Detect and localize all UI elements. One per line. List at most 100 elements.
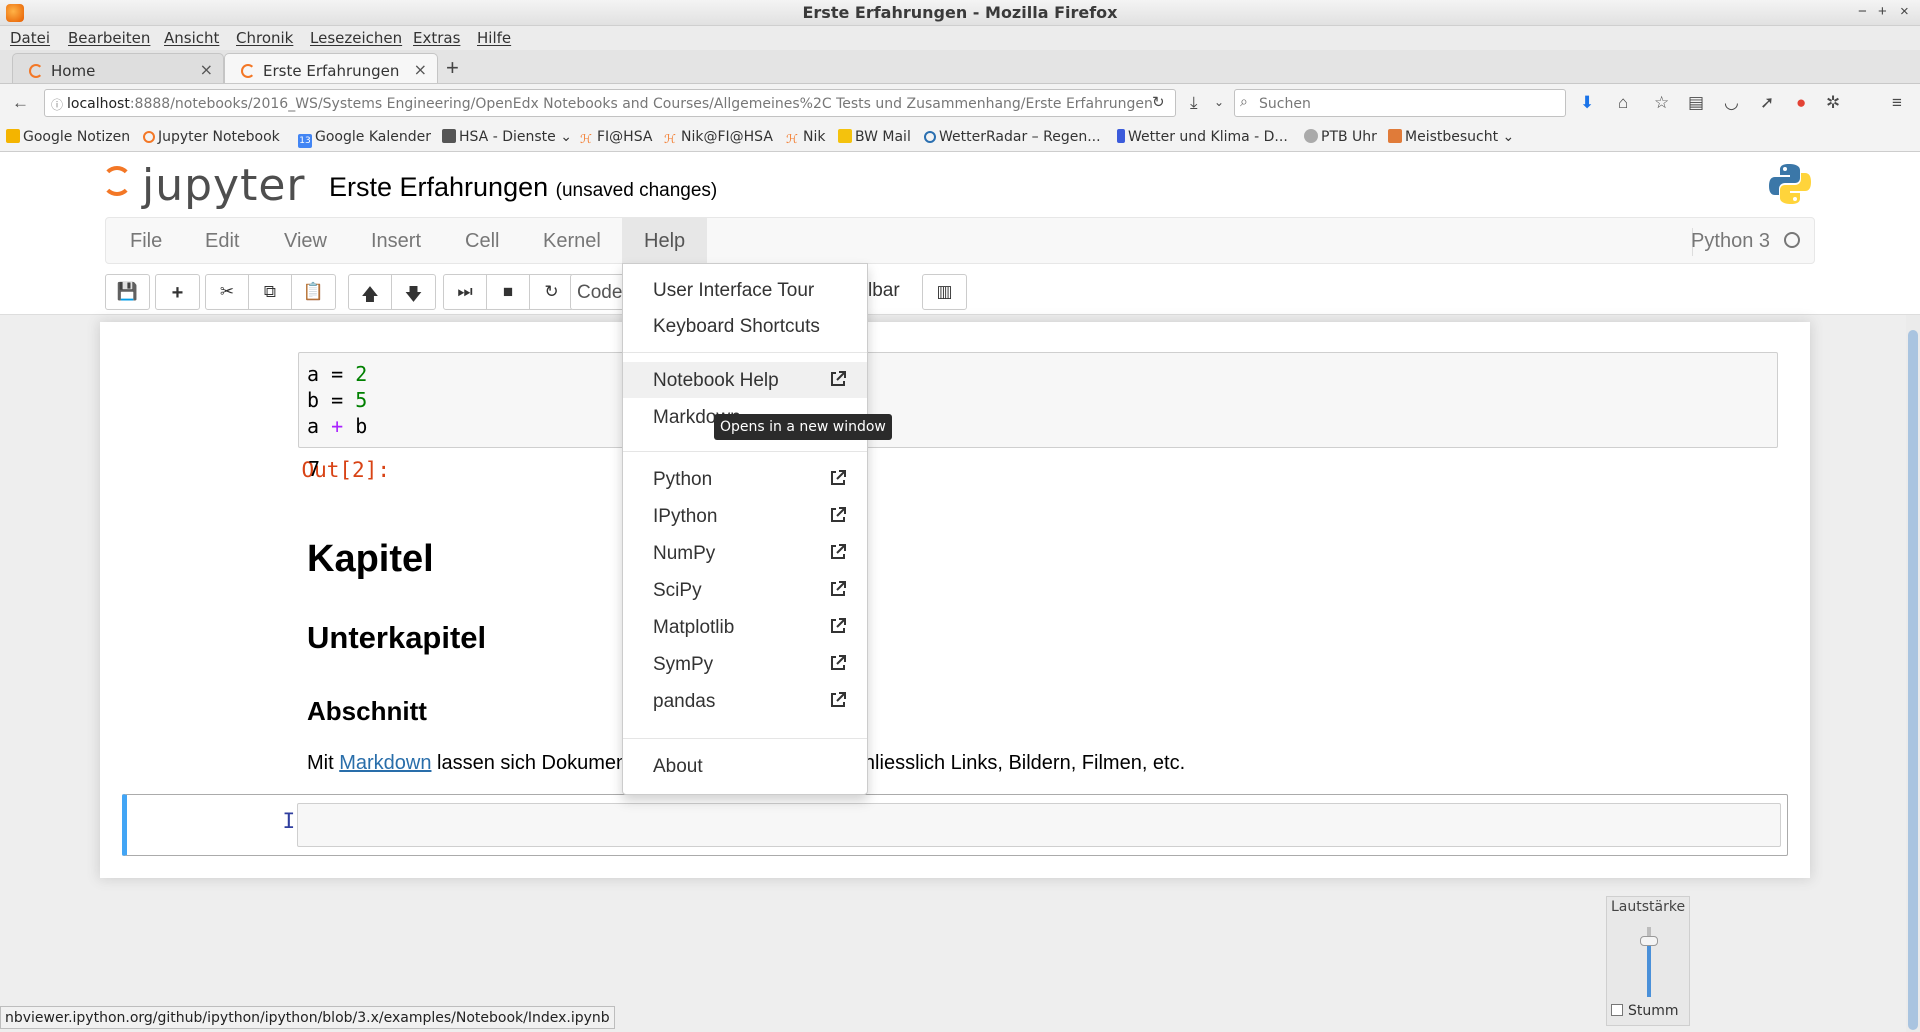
- bookmark-wetterradar[interactable]: WetterRadar – Regen...: [924, 129, 1101, 145]
- close-window-button[interactable]: ×: [1900, 3, 1909, 20]
- bookmark-folder-meistbesucht[interactable]: Meistbesucht ⌄: [1388, 129, 1514, 145]
- hamburger-menu-icon[interactable]: ≡: [1892, 93, 1902, 113]
- chart-button[interactable]: ▥: [923, 275, 966, 309]
- close-tab-icon[interactable]: ×: [200, 60, 213, 79]
- help-user-interface-tour[interactable]: User Interface Tour: [623, 272, 867, 308]
- menu-help[interactable]: Help: [622, 218, 708, 263]
- markdown-link[interactable]: Markdown: [339, 752, 431, 774]
- help-ipython[interactable]: IPython: [623, 498, 867, 534]
- help-sympy[interactable]: SymPy: [623, 646, 867, 682]
- menu-datei[interactable]: Datei: [10, 29, 50, 47]
- maximize-button[interactable]: +: [1878, 3, 1887, 20]
- bookmark-folder-hsa-dienste[interactable]: HSA - Dienste ⌄: [442, 129, 572, 145]
- bookmark-nik-fi-hsa[interactable]: ℋ Nik@FI@HSA: [664, 129, 773, 146]
- back-icon[interactable]: ←: [12, 93, 29, 113]
- cell-type-select[interactable]: Code: [570, 274, 628, 310]
- restart-button[interactable]: ↻: [530, 275, 573, 309]
- code-line: a = 2: [307, 362, 368, 386]
- help-scipy[interactable]: SciPy: [623, 572, 867, 608]
- url-path: :8888/notebooks/2016_WS/Systems Engineer…: [129, 96, 1153, 112]
- url-input[interactable]: ⓘ localhost:8888/notebooks/2016_WS/Syste…: [44, 89, 1176, 117]
- menu-cell[interactable]: Cell: [465, 230, 499, 253]
- bookmark-google-kalender[interactable]: 13 Google Kalender: [298, 129, 431, 148]
- notes-icon: [6, 129, 20, 143]
- close-tab-icon[interactable]: ×: [414, 60, 427, 79]
- home-icon[interactable]: ⌂: [1618, 93, 1628, 113]
- extension-icon[interactable]: ●: [1796, 93, 1806, 113]
- save-button[interactable]: 💾: [106, 275, 149, 309]
- search-input[interactable]: ⌕ Suchen: [1234, 89, 1566, 117]
- calendar-icon: 13: [298, 134, 312, 148]
- bookmark-ptb-uhr[interactable]: PTB Uhr: [1304, 129, 1377, 145]
- paste-button[interactable]: 📋: [292, 275, 335, 309]
- menu-file[interactable]: File: [130, 230, 162, 253]
- bookmark-bw-mail[interactable]: BW Mail: [838, 129, 911, 145]
- menu-bearbeiten[interactable]: Bearbeiten: [68, 29, 150, 47]
- volume-widget: Lautstärke Stumm: [1606, 896, 1690, 1026]
- hsa-icon: ℋ: [786, 132, 798, 146]
- download-history-icon[interactable]: ⤓: [1190, 93, 1198, 113]
- cut-button[interactable]: ✂: [206, 275, 249, 309]
- help-matplotlib[interactable]: Matplotlib: [623, 609, 867, 645]
- scrollbar-thumb[interactable]: [1908, 330, 1918, 1030]
- pocket-icon[interactable]: ◡: [1724, 93, 1739, 113]
- menu-hilfe[interactable]: Hilfe: [477, 29, 511, 47]
- empty-code-input[interactable]: [297, 803, 1781, 847]
- bookmark-star-icon[interactable]: ☆: [1654, 93, 1669, 113]
- volume-slider-handle[interactable]: [1640, 936, 1658, 946]
- external-link-icon: [831, 371, 846, 386]
- menu-kernel[interactable]: Kernel: [543, 230, 601, 253]
- addon-icon[interactable]: ✲: [1826, 93, 1840, 113]
- code-cell-input[interactable]: a = 2b = 5a + b: [298, 352, 1778, 448]
- minimize-button[interactable]: −: [1858, 3, 1867, 20]
- bookmark-nik[interactable]: ℋ Nik: [786, 129, 825, 146]
- bookmark-google-notizen[interactable]: Google Notizen: [6, 129, 130, 145]
- notebook-title[interactable]: Erste Erfahrungen (unsaved changes): [329, 172, 717, 203]
- mail-icon: [838, 129, 852, 143]
- send-icon[interactable]: ➚: [1760, 93, 1774, 113]
- hsa-icon: ℋ: [664, 132, 676, 146]
- command-palette-button-label[interactable]: lbar: [868, 280, 900, 302]
- bookmarks-list-icon[interactable]: ▤: [1688, 93, 1704, 113]
- copy-button[interactable]: ⧉: [249, 275, 292, 309]
- menu-ansicht[interactable]: Ansicht: [164, 29, 219, 47]
- tab-erste-erfahrungen[interactable]: Erste Erfahrungen ×: [224, 53, 438, 83]
- move-down-button[interactable]: 🡇: [392, 275, 435, 309]
- help-pandas[interactable]: pandas: [623, 683, 867, 719]
- selected-cell[interactable]: In [ ]:: [122, 794, 1788, 856]
- menu-edit[interactable]: Edit: [205, 230, 239, 253]
- notebook-name[interactable]: Erste Erfahrungen: [329, 172, 548, 202]
- jupyter-icon: [143, 131, 155, 143]
- bookmark-fi-hsa[interactable]: ℋ FI@HSA: [580, 129, 652, 146]
- jupyter-header: jupyter Erste Erfahrungen (unsaved chang…: [0, 152, 1920, 315]
- interrupt-button[interactable]: ■: [487, 275, 530, 309]
- jupyter-logo-text: jupyter: [142, 160, 306, 211]
- code-editor[interactable]: a = 2b = 5a + b: [307, 361, 367, 439]
- info-icon[interactable]: ⓘ: [51, 96, 63, 113]
- bookmark-jupyter-notebook[interactable]: Jupyter Notebook: [143, 129, 280, 145]
- bookmark-wetter-und-klima[interactable]: Wetter und Klima - D...: [1117, 129, 1288, 145]
- menu-extras[interactable]: Extras: [413, 29, 460, 47]
- new-tab-button[interactable]: +: [446, 55, 459, 81]
- menu-lesezeichen[interactable]: Lesezeichen: [310, 29, 402, 47]
- menu-insert[interactable]: Insert: [371, 230, 421, 253]
- menu-view[interactable]: View: [284, 230, 327, 253]
- move-up-button[interactable]: 🡅: [349, 275, 392, 309]
- tab-home[interactable]: Home ×: [12, 53, 224, 83]
- code-line: a + b: [307, 414, 368, 438]
- clipboard-group: ✂ ⧉ 📋: [205, 274, 336, 310]
- mute-checkbox[interactable]: Stumm: [1611, 1003, 1679, 1019]
- url-dropdown-icon[interactable]: ⌄: [1214, 95, 1224, 109]
- help-keyboard-shortcuts[interactable]: Keyboard Shortcuts: [623, 308, 867, 344]
- help-about[interactable]: About: [623, 748, 867, 784]
- help-python[interactable]: Python: [623, 461, 867, 497]
- reload-icon[interactable]: ↻: [1152, 93, 1165, 111]
- help-numpy[interactable]: NumPy: [623, 535, 867, 571]
- kernel-indicator: Python 3: [1691, 230, 1800, 253]
- downloads-icon[interactable]: ⬇: [1580, 93, 1594, 113]
- insert-cell-button[interactable]: +: [156, 275, 199, 309]
- help-notebook-help[interactable]: Notebook Help: [623, 362, 867, 398]
- status-bar-link: nbviewer.ipython.org/github/ipython/ipyt…: [0, 1006, 615, 1029]
- menu-chronik[interactable]: Chronik: [236, 29, 293, 47]
- run-button[interactable]: ⏭: [444, 275, 487, 309]
